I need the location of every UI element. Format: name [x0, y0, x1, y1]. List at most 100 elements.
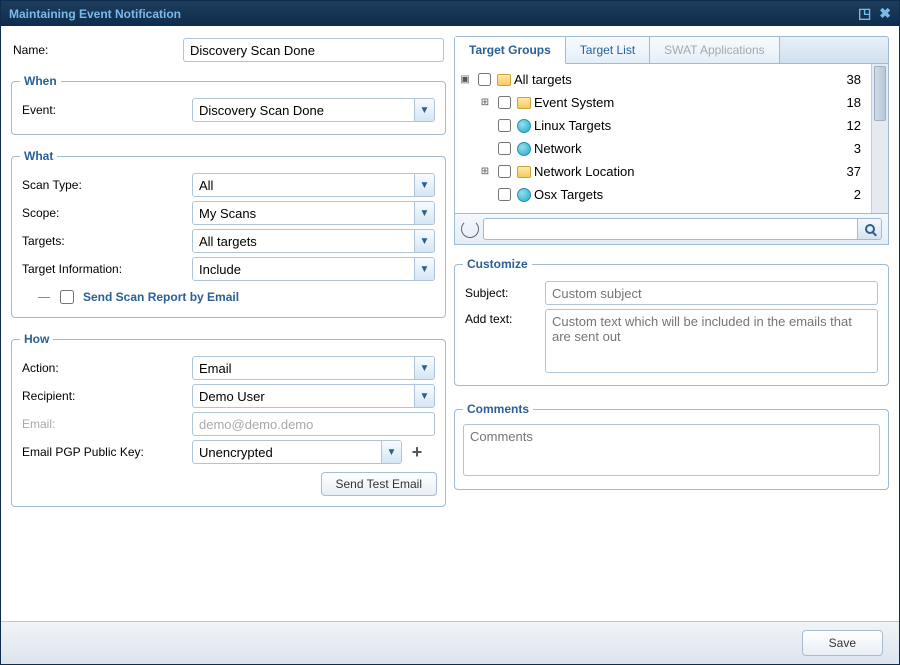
tab-target-list[interactable]: Target List [566, 37, 650, 63]
collapse-icon[interactable]: ▣ [459, 74, 471, 85]
send-email-checkbox[interactable] [60, 290, 74, 304]
target-info-label: Target Information: [22, 262, 192, 276]
action-label: Action: [22, 361, 192, 375]
addtext-input[interactable] [545, 309, 878, 373]
restore-icon[interactable]: ◳ [858, 5, 871, 22]
dialog-window: Maintaining Event Notification ◳ ✖ Name:… [0, 0, 900, 665]
chevron-down-icon[interactable]: ▼ [414, 202, 434, 224]
scan-type-input[interactable] [193, 176, 414, 195]
target-info-combo[interactable]: ▼ [192, 257, 435, 281]
tab-target-groups[interactable]: Target Groups [455, 37, 566, 64]
event-input[interactable] [193, 101, 414, 120]
chevron-down-icon[interactable]: ▼ [414, 357, 434, 379]
tree-checkbox[interactable] [498, 119, 511, 132]
event-combo[interactable]: ▼ [192, 98, 435, 122]
name-row: Name: [11, 36, 446, 64]
scan-type-label: Scan Type: [22, 178, 192, 192]
pgp-input[interactable] [193, 443, 381, 462]
bottom-bar: Save [1, 621, 899, 664]
comments-input[interactable] [463, 424, 880, 476]
scrollbar-thumb[interactable] [874, 66, 886, 121]
tree-body[interactable]: ▣All targets38⊞Event System18Linux Targe… [455, 64, 871, 213]
tree-row[interactable]: ⊞Network Location37 [457, 160, 869, 183]
send-email-row: Send Scan Report by Email [20, 283, 437, 307]
branch-line [38, 297, 50, 298]
tab-strip: Target Groups Target List SWAT Applicati… [454, 36, 889, 64]
target-info-input[interactable] [193, 260, 414, 279]
tree-search-field[interactable] [483, 218, 882, 240]
chevron-down-icon[interactable]: ▼ [414, 385, 434, 407]
scan-type-row: Scan Type: ▼ [20, 171, 437, 199]
recipient-row: Recipient: ▼ [20, 382, 437, 410]
tree-checkbox[interactable] [498, 188, 511, 201]
chevron-down-icon[interactable]: ▼ [414, 174, 434, 196]
event-label: Event: [22, 103, 192, 117]
targets-input[interactable] [193, 232, 414, 251]
tree-row[interactable]: ⊞Event System18 [457, 91, 869, 114]
tree-checkbox[interactable] [478, 73, 491, 86]
recipient-label: Recipient: [22, 389, 192, 403]
refresh-icon[interactable] [461, 220, 479, 238]
tree-count: 12 [847, 118, 867, 133]
tree-label: Linux Targets [534, 118, 611, 133]
customize-fieldset: Customize Subject: Add text: [454, 257, 889, 386]
pgp-combo[interactable]: ▼ [192, 440, 402, 464]
expand-icon[interactable]: ⊞ [479, 166, 491, 177]
tree-checkbox[interactable] [498, 142, 511, 155]
title-bar-controls: ◳ ✖ [858, 5, 891, 22]
left-column: Name: When Event: ▼ What Scan Type: [11, 36, 446, 611]
action-combo[interactable]: ▼ [192, 356, 435, 380]
when-legend: When [20, 74, 61, 88]
name-input[interactable] [183, 38, 444, 62]
scope-input[interactable] [193, 204, 414, 223]
comments-fieldset: Comments [454, 402, 889, 490]
save-button[interactable]: Save [802, 630, 883, 656]
tree-label: Network [534, 141, 582, 156]
tree-checkbox[interactable] [498, 96, 511, 109]
add-pgp-key-button[interactable]: + [406, 441, 428, 463]
action-input[interactable] [193, 359, 414, 378]
tree-row[interactable]: Osx Targets2 [457, 183, 869, 206]
chevron-down-icon[interactable]: ▼ [414, 99, 434, 121]
tree-row[interactable]: ▣All targets38 [457, 68, 869, 91]
close-icon[interactable]: ✖ [879, 5, 891, 22]
scope-row: Scope: ▼ [20, 199, 437, 227]
subject-input[interactable] [545, 281, 878, 305]
send-test-email-button[interactable]: Send Test Email [321, 472, 438, 496]
scope-combo[interactable]: ▼ [192, 201, 435, 225]
tree-checkbox[interactable] [498, 165, 511, 178]
scan-type-combo[interactable]: ▼ [192, 173, 435, 197]
email-label: Email: [22, 417, 192, 431]
vertical-scrollbar[interactable] [871, 64, 888, 213]
chevron-down-icon[interactable]: ▼ [414, 258, 434, 280]
pgp-label: Email PGP Public Key: [22, 445, 192, 459]
tabs-panel: Target Groups Target List SWAT Applicati… [454, 36, 889, 245]
tree-row[interactable]: Linux Targets 12 [457, 114, 869, 137]
recipient-combo[interactable]: ▼ [192, 384, 435, 408]
event-row: Event: ▼ [20, 96, 437, 124]
folder-icon [497, 74, 511, 86]
folder-icon [517, 166, 531, 178]
email-input [192, 412, 435, 436]
search-icon [865, 224, 875, 234]
tree-row[interactable]: Network3 [457, 137, 869, 160]
when-fieldset: When Event: ▼ [11, 74, 446, 135]
targets-combo[interactable]: ▼ [192, 229, 435, 253]
tree-count: 18 [847, 95, 867, 110]
subject-label: Subject: [465, 286, 545, 300]
right-column: Target Groups Target List SWAT Applicati… [454, 36, 889, 611]
tree-search-input[interactable] [484, 219, 857, 239]
tree-count: 2 [854, 187, 867, 202]
title-bar: Maintaining Event Notification ◳ ✖ [1, 1, 899, 26]
comments-legend: Comments [463, 402, 533, 416]
tree-count: 38 [847, 72, 867, 87]
target-group-icon [517, 142, 531, 156]
chevron-down-icon[interactable]: ▼ [381, 441, 401, 463]
search-button[interactable] [857, 219, 881, 239]
tree-search-row [454, 214, 889, 245]
expand-icon[interactable]: ⊞ [479, 97, 491, 108]
recipient-input[interactable] [193, 387, 414, 406]
window-title: Maintaining Event Notification [9, 7, 181, 21]
target-group-icon [517, 119, 531, 133]
chevron-down-icon[interactable]: ▼ [414, 230, 434, 252]
